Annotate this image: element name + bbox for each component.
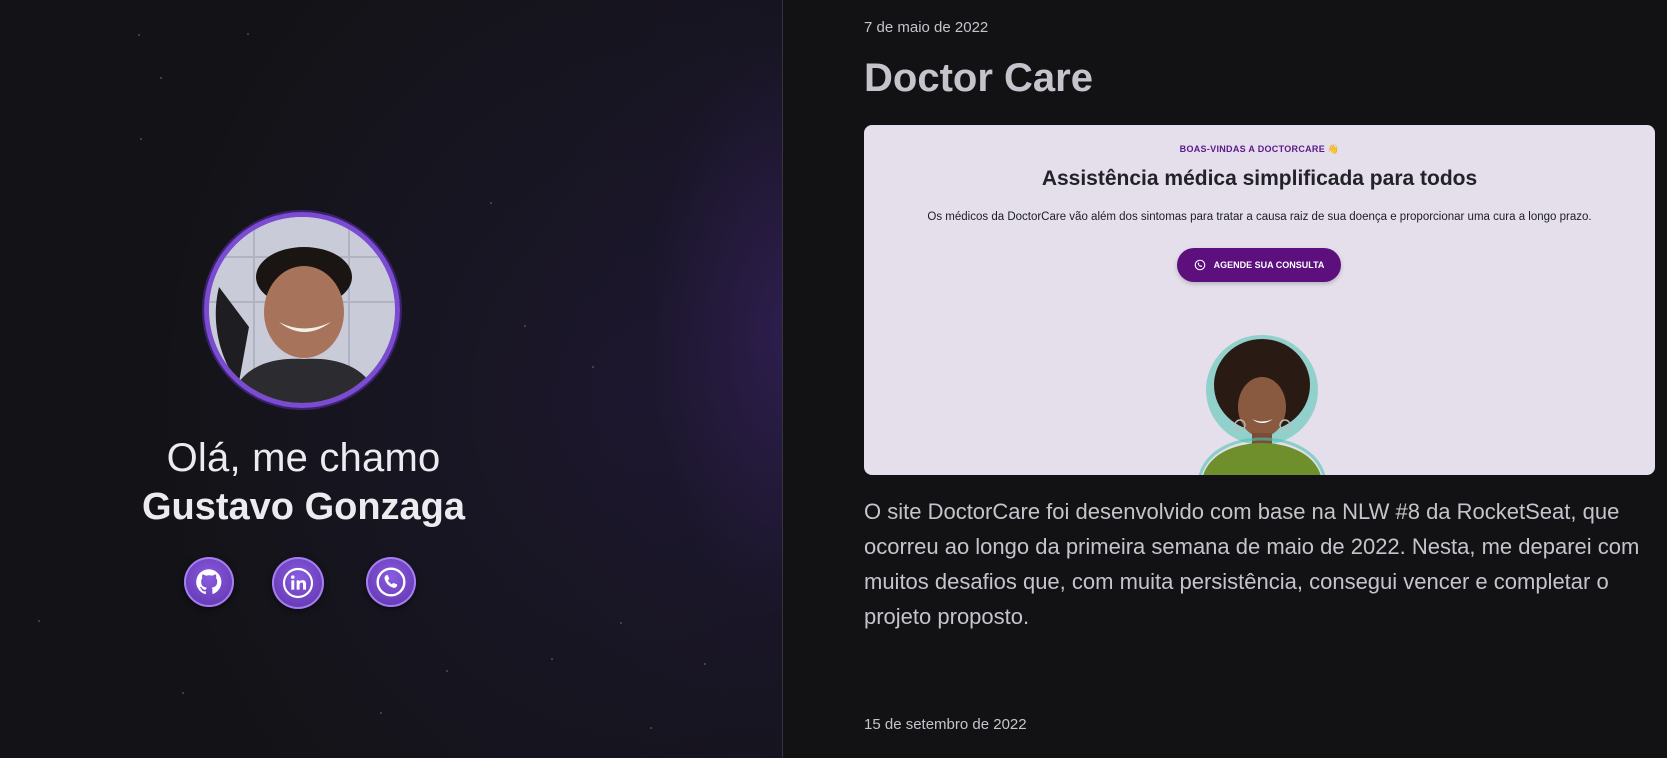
- background-star: [380, 712, 382, 714]
- preview-headline: Assistência médica simplificada para tod…: [1041, 167, 1478, 190]
- preview-cta-label: AGENDE SUA CONSULTA: [1213, 260, 1325, 270]
- background-star: [620, 622, 622, 624]
- avatar: [204, 212, 400, 408]
- background-star: [160, 77, 162, 79]
- background-star: [446, 670, 448, 672]
- post-title[interactable]: Doctor Care: [864, 56, 1093, 101]
- github-icon: [196, 569, 222, 595]
- background-star: [704, 663, 706, 665]
- user-photo: [209, 217, 395, 403]
- whatsapp-icon: [1194, 259, 1205, 271]
- preview-description: Os médicos da DoctorCare vão além dos si…: [927, 211, 1592, 223]
- linkedin-link[interactable]: [272, 557, 324, 609]
- project-preview-image[interactable]: BOAS-VINDAS A DOCTORCARE 👋 Assistência m…: [864, 125, 1655, 475]
- background-star: [524, 325, 526, 327]
- background-star: [551, 658, 553, 660]
- profile-name: Gustavo Gonzaga: [141, 486, 466, 528]
- post-date: 15 de setembro de 2022: [864, 716, 1027, 733]
- background-star: [592, 366, 594, 368]
- background-star: [140, 138, 142, 140]
- post-date: 7 de maio de 2022: [864, 19, 989, 36]
- whatsapp-link[interactable]: [366, 557, 416, 607]
- profile-panel: Olá, me chamo Gustavo Gonzaga: [0, 0, 783, 758]
- background-star: [490, 202, 492, 204]
- background-star: [247, 33, 249, 35]
- page: Olá, me chamo Gustavo Gonzaga 7 de maio …: [0, 0, 1667, 758]
- post-body: O site DoctorCare foi desenvolvido com b…: [864, 499, 1640, 629]
- github-link[interactable]: [184, 557, 234, 607]
- social-links: [0, 557, 607, 609]
- greeting-text: Olá, me chamo: [166, 436, 441, 480]
- doctor-illustration: [1198, 335, 1326, 475]
- whatsapp-icon: [376, 567, 406, 597]
- background-star: [182, 692, 184, 694]
- preview-eyebrow: BOAS-VINDAS A DOCTORCARE 👋: [1179, 144, 1340, 154]
- preview-cta-button: AGENDE SUA CONSULTA: [1177, 248, 1341, 282]
- background-star: [138, 34, 140, 36]
- background-star: [38, 620, 40, 622]
- background-star: [650, 727, 652, 729]
- post-feed: 7 de maio de 2022 Doctor Care BOAS-VINDA…: [783, 0, 1667, 758]
- linkedin-icon: [282, 567, 314, 599]
